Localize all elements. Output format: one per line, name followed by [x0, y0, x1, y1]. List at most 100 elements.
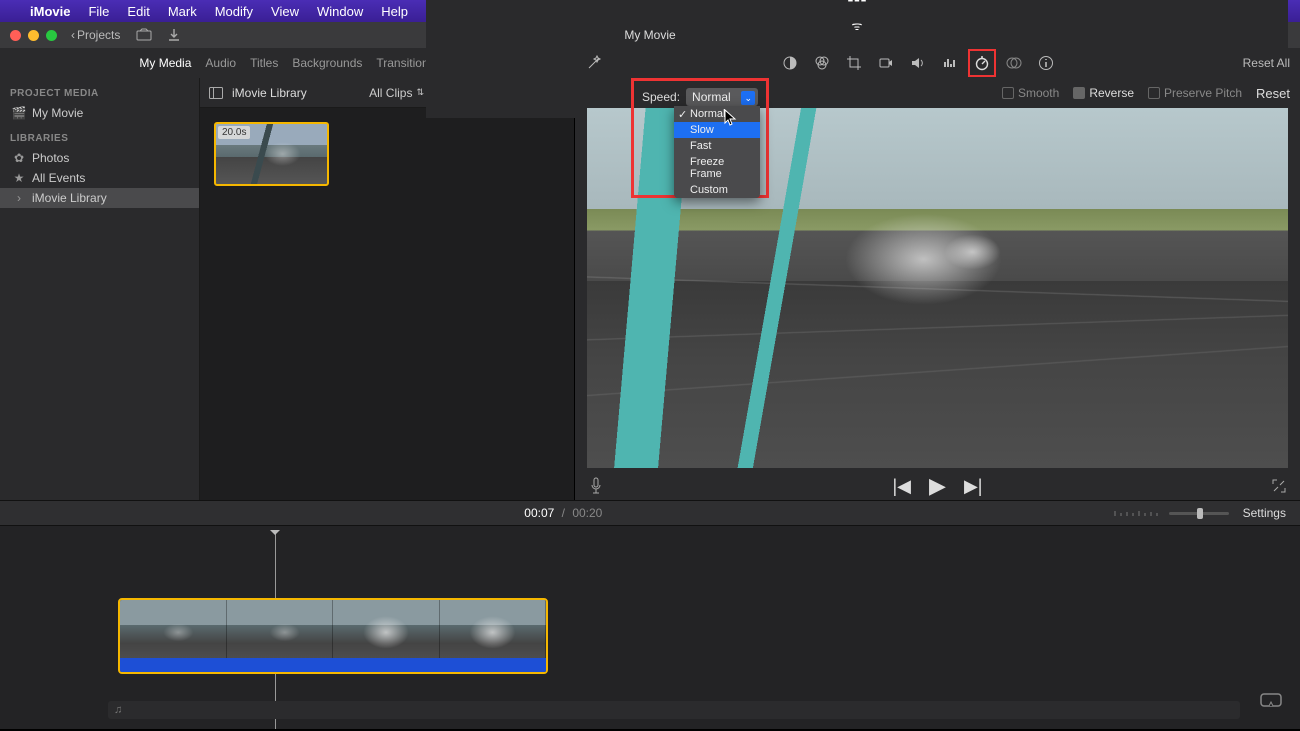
chevron-left-icon: ‹: [71, 28, 75, 42]
app-menu[interactable]: iMovie: [30, 4, 70, 19]
speed-dropdown[interactable]: Normal ⌄: [686, 88, 758, 106]
fullscreen-button[interactable]: [1272, 479, 1286, 493]
library-sidebar: PROJECT MEDIA 🎬 My Movie LIBRARIES ✿ Pho…: [0, 78, 200, 500]
speed-option-custom[interactable]: Custom: [674, 182, 760, 198]
close-button[interactable]: [10, 30, 21, 41]
sidebar-project-item[interactable]: 🎬 My Movie: [0, 103, 199, 123]
music-note-icon: ♫: [114, 704, 122, 716]
timeline-settings-button[interactable]: Settings: [1243, 506, 1286, 520]
menu-file[interactable]: File: [88, 4, 109, 19]
chevron-down-icon: ⌄: [744, 93, 752, 104]
timeline[interactable]: ♫: [0, 526, 1300, 729]
noise-eq-icon[interactable]: [941, 54, 959, 72]
vr-headset-icon[interactable]: [1260, 693, 1282, 707]
viewer-panel: Reset All Speed: Normal ⌄ Normal Slow Fa…: [575, 48, 1300, 500]
clip-filter-dropdown[interactable]: All Clips ⇅: [369, 86, 424, 100]
star-icon: ★: [12, 171, 26, 185]
clapperboard-icon: 🎬: [12, 106, 26, 120]
tab-titles[interactable]: Titles: [250, 56, 278, 70]
sidebar-photos[interactable]: ✿ Photos: [0, 148, 199, 168]
traffic-lights: [10, 30, 57, 41]
macos-menubar: iMovie File Edit Mark Modify View Window…: [0, 0, 1300, 22]
timeline-clip[interactable]: [118, 598, 548, 674]
speed-icon[interactable]: [973, 54, 991, 72]
transport-controls: |◀ ▶ ▶|: [575, 472, 1300, 500]
reverse-checkbox[interactable]: Reverse: [1073, 86, 1134, 100]
timeline-header: 00:07 / 00:20 Settings: [0, 500, 1300, 526]
tab-my-media[interactable]: My Media: [139, 56, 191, 70]
volume-icon[interactable]: [909, 54, 927, 72]
crop-icon[interactable]: [845, 54, 863, 72]
clip-duration-badge: 20.0s: [218, 126, 250, 139]
speed-value: Normal: [692, 90, 731, 104]
toggle-sidebar-button[interactable]: [208, 85, 224, 101]
speed-dropdown-menu: Normal Slow Fast Freeze Frame Custom: [674, 106, 760, 198]
back-to-projects-button[interactable]: ‹ Projects: [71, 28, 120, 42]
import-media-button[interactable]: [136, 27, 152, 43]
status-wifi-icon[interactable]: ᯤ: [852, 17, 863, 34]
clip-thumbnail[interactable]: 20.0s: [214, 122, 329, 186]
zoom-ticks-icon: [1113, 508, 1163, 518]
speed-option-freeze-frame[interactable]: Freeze Frame: [674, 154, 760, 182]
zoom-control[interactable]: [1113, 508, 1229, 518]
menu-window[interactable]: Window: [317, 4, 363, 19]
clip-filter-label: All Clips: [369, 86, 412, 100]
preserve-label: Preserve Pitch: [1164, 86, 1242, 100]
time-separator: /: [562, 506, 565, 520]
speed-reset-button[interactable]: Reset: [1256, 86, 1290, 101]
sidebar-photos-label: Photos: [32, 151, 69, 165]
speed-inspector-bar: Speed: Normal ⌄ Normal Slow Fast Freeze …: [575, 78, 1300, 108]
menu-edit[interactable]: Edit: [127, 4, 149, 19]
sidebar-imovie-library[interactable]: › iMovie Library: [0, 188, 199, 208]
zoom-button[interactable]: [46, 30, 57, 41]
menu-mark[interactable]: Mark: [168, 4, 197, 19]
chevron-right-icon: ›: [12, 191, 26, 205]
minimize-button[interactable]: [28, 30, 39, 41]
status-battery-icon[interactable]: ▮▮▮: [847, 0, 867, 3]
project-media-header: PROJECT MEDIA: [0, 84, 199, 103]
photos-icon: ✿: [12, 151, 26, 165]
color-balance-icon[interactable]: [781, 54, 799, 72]
menu-help[interactable]: Help: [381, 4, 408, 19]
tab-backgrounds[interactable]: Backgrounds: [292, 56, 362, 70]
speed-control-highlight: Speed: Normal ⌄ Normal Slow Fast Freeze …: [631, 78, 769, 198]
speed-option-fast[interactable]: Fast: [674, 138, 760, 154]
browser-title: iMovie Library: [232, 86, 307, 100]
smooth-label: Smooth: [1018, 86, 1059, 100]
next-button[interactable]: ▶|: [964, 476, 983, 497]
preserve-pitch-checkbox[interactable]: Preserve Pitch: [1148, 86, 1242, 100]
inspector-toolbar: Reset All: [575, 48, 1300, 78]
sidebar-library-label: iMovie Library: [32, 191, 107, 205]
sidebar-all-events-label: All Events: [32, 171, 85, 185]
color-correction-icon[interactable]: [813, 54, 831, 72]
enhance-magic-wand-icon[interactable]: [585, 54, 603, 72]
total-time: 00:20: [572, 506, 602, 520]
clip-audio-waveform[interactable]: [120, 658, 546, 672]
reset-all-button[interactable]: Reset All: [1243, 56, 1290, 70]
smooth-checkbox[interactable]: Smooth: [1002, 86, 1059, 100]
speed-label: Speed:: [642, 90, 680, 104]
speed-option-slow[interactable]: Slow: [674, 122, 760, 138]
clip-browser: iMovie Library All Clips ⇅ 🔍 ⚙ 20.0s: [200, 78, 574, 500]
play-button[interactable]: ▶: [929, 473, 946, 499]
reverse-label: Reverse: [1089, 86, 1134, 100]
info-icon[interactable]: [1037, 54, 1055, 72]
filter-icon[interactable]: [1005, 54, 1023, 72]
stabilization-icon[interactable]: [877, 54, 895, 72]
background-music-track[interactable]: ♫: [108, 701, 1240, 719]
window-title: My Movie: [624, 28, 675, 42]
sidebar-project-label: My Movie: [32, 106, 83, 120]
download-button[interactable]: [166, 27, 182, 43]
voiceover-mic-icon[interactable]: [589, 477, 603, 495]
back-label: Projects: [77, 28, 120, 42]
menu-modify[interactable]: Modify: [215, 4, 253, 19]
prev-button[interactable]: |◀: [893, 476, 912, 497]
libraries-header: LIBRARIES: [0, 129, 199, 148]
menu-view[interactable]: View: [271, 4, 299, 19]
current-time: 00:07: [524, 506, 554, 520]
speed-option-normal[interactable]: Normal: [674, 106, 760, 122]
sidebar-all-events[interactable]: ★ All Events: [0, 168, 199, 188]
tab-audio[interactable]: Audio: [205, 56, 236, 70]
updown-icon: ⇅: [416, 87, 424, 98]
zoom-slider[interactable]: [1169, 512, 1229, 515]
